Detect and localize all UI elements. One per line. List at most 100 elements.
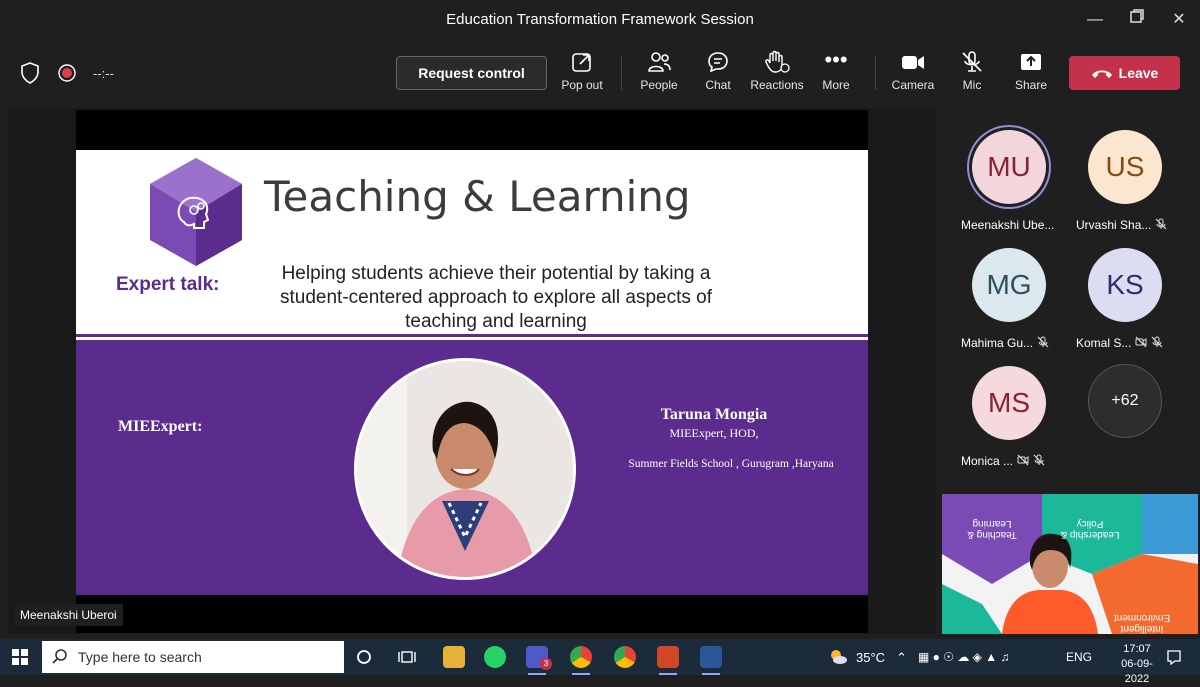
clock[interactable]: 17:07 06-09-2022 bbox=[1110, 642, 1164, 687]
participant-tile[interactable]: MS Monica ... bbox=[951, 366, 1067, 468]
participant-name: Komal S... bbox=[1076, 336, 1132, 350]
more-button[interactable]: ••• More bbox=[806, 49, 866, 100]
avatar: KS bbox=[1088, 248, 1162, 322]
clock-date: 06-09-2022 bbox=[1121, 658, 1153, 685]
reactions-button[interactable]: Reactions bbox=[747, 50, 807, 100]
clock-time: 17:07 bbox=[1123, 643, 1151, 655]
selfview-tile-label: Teaching & Learning bbox=[967, 518, 1017, 540]
title-bar: Education Transformation Framework Sessi… bbox=[0, 0, 1200, 40]
tagline-line-2: student-centered approach to explore all… bbox=[280, 287, 712, 308]
minimize-icon[interactable]: — bbox=[1082, 8, 1108, 32]
notification-badge: 3 bbox=[540, 658, 552, 670]
mic-off-icon bbox=[1151, 336, 1163, 351]
speaker-photo bbox=[354, 358, 576, 580]
participant-name-row: Urvashi Sha... bbox=[1076, 218, 1200, 233]
tray-icons[interactable]: ▦ ● ☉ ☁ ◈ ▲ ♫ bbox=[918, 650, 1009, 664]
tagline-line-1: Helping students achieve their potential… bbox=[281, 263, 711, 284]
powerpoint-icon[interactable] bbox=[657, 646, 679, 668]
windows-start-icon[interactable] bbox=[12, 649, 28, 670]
participant-name: Mahima Gu... bbox=[961, 336, 1034, 350]
chrome-icon[interactable] bbox=[570, 646, 592, 668]
participant-tile[interactable]: MG Mahima Gu... bbox=[951, 248, 1067, 350]
window-title: Education Transformation Framework Sessi… bbox=[446, 11, 754, 28]
mic-off-icon bbox=[942, 50, 1002, 76]
share-icon bbox=[1001, 50, 1061, 76]
selfview-tile-label: Leadership & Policy bbox=[1060, 518, 1120, 540]
speaker-name: Taruna Mongia bbox=[660, 406, 768, 423]
teams-icon[interactable]: 3 bbox=[526, 646, 552, 670]
cortana-icon[interactable] bbox=[356, 649, 372, 670]
speaker-school: Summer Fields School , Gurugram ,Haryana bbox=[628, 458, 834, 470]
camera-icon bbox=[883, 50, 943, 76]
chrome-profile-icon[interactable] bbox=[614, 646, 636, 668]
meeting-toolbar: --:-- Request control Pop out People Cha… bbox=[0, 40, 1200, 106]
whatsapp-icon[interactable] bbox=[484, 646, 506, 668]
mic-off-icon bbox=[1033, 454, 1045, 469]
more-label: More bbox=[822, 78, 850, 92]
share-button[interactable]: Share bbox=[1001, 50, 1061, 100]
pop-out-button[interactable]: Pop out bbox=[552, 50, 612, 100]
mic-label: Mic bbox=[962, 78, 982, 92]
search-placeholder: Type here to search bbox=[78, 649, 202, 665]
slide-tagline: Helping students achieve their potential… bbox=[256, 262, 736, 334]
participant-tile[interactable]: US Urvashi Sha... bbox=[1067, 130, 1183, 232]
participant-name: Meenakshi Ube... bbox=[961, 218, 1055, 232]
word-icon[interactable] bbox=[700, 646, 722, 668]
leave-label: Leave bbox=[1118, 65, 1159, 81]
participant-name-row: Monica ... bbox=[961, 454, 1091, 469]
pop-out-label: Pop out bbox=[561, 78, 603, 92]
mic-button[interactable]: Mic bbox=[942, 50, 1002, 100]
windows-taskbar: Type here to search 3 35°C ⌃ ▦ ● ☉ ☁ ◈ ▲… bbox=[0, 639, 1200, 685]
participant-name: Urvashi Sha... bbox=[1076, 218, 1152, 232]
more-participants-button[interactable]: +62 bbox=[1088, 364, 1162, 438]
meeting-timer: --:-- bbox=[93, 66, 114, 81]
avatar: MU bbox=[972, 130, 1046, 204]
file-explorer-icon[interactable] bbox=[443, 646, 465, 668]
camera-label: Camera bbox=[891, 78, 935, 92]
shared-slide: Teaching & Learning Expert talk: Helping… bbox=[76, 150, 868, 595]
hang-up-icon bbox=[1091, 70, 1112, 79]
request-control-button[interactable]: Request control bbox=[396, 56, 547, 90]
taskbar-search-input[interactable]: Type here to search bbox=[42, 641, 344, 673]
divider bbox=[76, 334, 868, 337]
recording-icon bbox=[58, 64, 76, 87]
weather-temp: 35°C bbox=[856, 650, 886, 665]
slide-letterbox-top bbox=[76, 110, 868, 150]
selfview-tile-label: Intelligent Environment bbox=[1113, 612, 1171, 634]
shield-icon[interactable] bbox=[20, 62, 40, 89]
task-view-icon[interactable] bbox=[398, 649, 416, 670]
leave-button[interactable]: Leave bbox=[1069, 56, 1180, 90]
expert-talk-label: Expert talk: bbox=[116, 274, 220, 295]
weather-icon[interactable] bbox=[828, 648, 848, 671]
chat-icon bbox=[688, 50, 748, 76]
close-icon[interactable]: ✕ bbox=[1166, 8, 1192, 32]
slide-heading: Teaching & Learning bbox=[264, 172, 691, 221]
camera-button[interactable]: Camera bbox=[883, 50, 943, 100]
brain-gear-hexagon-icon bbox=[146, 156, 246, 273]
mic-off-icon bbox=[1037, 336, 1049, 351]
participant-name-row: Mahima Gu... bbox=[961, 336, 1091, 351]
avatar: MG bbox=[972, 248, 1046, 322]
presenter-name-tag: Meenakshi Uberoi bbox=[14, 604, 123, 626]
camera-off-icon bbox=[1135, 336, 1147, 351]
avatar: US bbox=[1088, 130, 1162, 204]
share-label: Share bbox=[1014, 78, 1048, 92]
reactions-label: Reactions bbox=[750, 78, 804, 92]
people-button[interactable]: People bbox=[629, 50, 689, 100]
speaker-role: MIEExpert, HOD, bbox=[669, 426, 759, 440]
slide-letterbox-bottom bbox=[76, 595, 868, 633]
participant-tile[interactable]: KS Komal S... bbox=[1067, 248, 1183, 350]
mic-off-icon bbox=[1155, 218, 1167, 233]
people-label: People bbox=[640, 78, 678, 92]
pop-out-icon bbox=[552, 50, 612, 76]
people-icon bbox=[629, 50, 689, 76]
chat-button[interactable]: Chat bbox=[688, 50, 748, 100]
notifications-icon[interactable] bbox=[1166, 649, 1182, 670]
maximize-icon[interactable] bbox=[1124, 8, 1150, 32]
language-indicator[interactable]: ENG bbox=[1066, 650, 1092, 664]
mie-expert-label: MIEExpert: bbox=[118, 418, 203, 435]
chevron-up-icon[interactable]: ⌃ bbox=[896, 650, 907, 666]
self-view-video: Teaching & Learning Leadership & Policy … bbox=[942, 494, 1198, 634]
participant-tile[interactable]: MU Meenakshi Ube... bbox=[951, 130, 1067, 232]
participant-name: Monica ... bbox=[961, 454, 1014, 468]
